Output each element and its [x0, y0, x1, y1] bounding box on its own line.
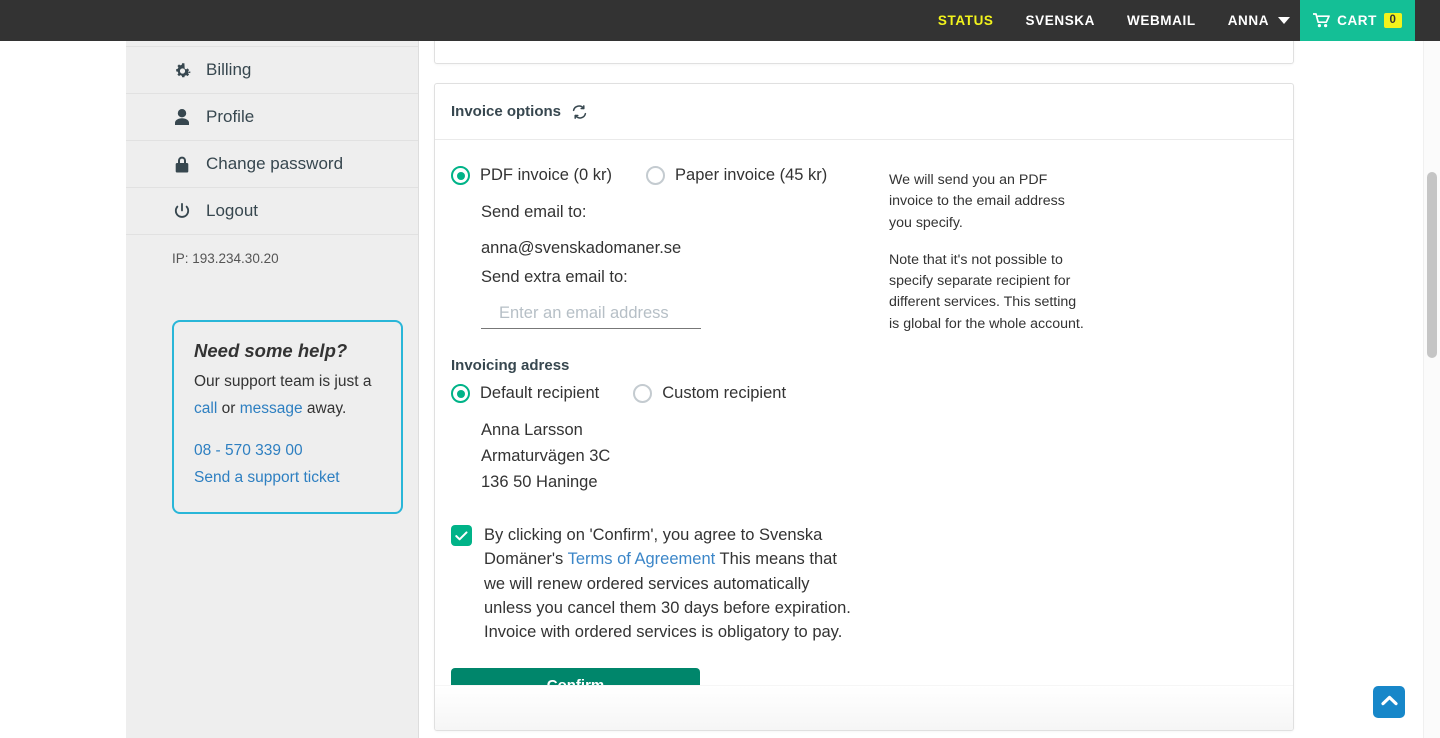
- help-phone-link[interactable]: 08 - 570 339 00: [194, 438, 381, 465]
- help-message-link[interactable]: message: [240, 400, 303, 417]
- vertical-scrollbar-track[interactable]: [1423, 41, 1440, 738]
- send-extra-email-label: Send extra email to:: [481, 268, 628, 286]
- lock-icon: [172, 156, 192, 173]
- radio-pdf-invoice[interactable]: [451, 166, 470, 185]
- address-block: Anna Larsson Armaturvägen 3C 136 50 Hani…: [451, 417, 871, 495]
- address-street: Armaturvägen 3C: [481, 447, 611, 466]
- invoice-options-card: Invoice options PDF invoice (0 kr) Paper…: [434, 83, 1294, 731]
- chevron-down-icon: [1278, 17, 1291, 24]
- cart-count-badge: 0: [1384, 12, 1402, 29]
- radio-pdf-invoice-label[interactable]: PDF invoice (0 kr): [480, 166, 612, 185]
- sidebar-item-profile[interactable]: Profile: [126, 94, 418, 141]
- sidebar: My Support Tickets Billing Profile Chang…: [126, 0, 419, 738]
- radio-paper-invoice-label[interactable]: Paper invoice (45 kr): [675, 166, 827, 185]
- card-footer: [435, 685, 1293, 730]
- scroll-to-top-button[interactable]: [1373, 686, 1405, 718]
- sidebar-item-label: Profile: [206, 107, 255, 126]
- vertical-scrollbar-thumb[interactable]: [1427, 172, 1437, 358]
- nav-link-webmail[interactable]: WEBMAIL: [1111, 0, 1212, 41]
- address-city: 136 50 Haninge: [481, 473, 598, 492]
- nav-link-status[interactable]: STATUS: [922, 0, 1010, 41]
- invoice-options-body: PDF invoice (0 kr) Paper invoice (45 kr)…: [435, 140, 1293, 703]
- nav-user-label: ANNA: [1227, 13, 1270, 28]
- recipient-radio-group: Default recipient Custom recipient: [451, 384, 871, 403]
- send-email-label: Send email to:: [481, 203, 587, 221]
- nav-link-svenska[interactable]: SVENSKA: [1010, 0, 1111, 41]
- radio-custom-recipient-label[interactable]: Custom recipient: [662, 384, 786, 403]
- main-content: Invoice options PDF invoice (0 kr) Paper…: [419, 0, 1421, 738]
- cart-label: CART: [1337, 13, 1377, 28]
- info-column: We will send you an PDF invoice to the e…: [889, 166, 1089, 702]
- power-icon: [172, 203, 192, 219]
- help-box: Need some help? Our support team is just…: [172, 320, 403, 514]
- help-box-title: Need some help?: [194, 340, 348, 361]
- address-name: Anna Larsson: [481, 421, 583, 439]
- cart-button[interactable]: CART 0: [1300, 0, 1415, 41]
- terms-checkbox[interactable]: [451, 525, 472, 547]
- help-support-ticket-link[interactable]: Send a support ticket: [194, 465, 381, 492]
- card-title: Invoice options: [451, 103, 562, 120]
- shopping-cart-icon: [1312, 13, 1330, 28]
- radio-default-recipient-label[interactable]: Default recipient: [480, 384, 599, 403]
- info-paragraph-2: Note that it's not possible to specify s…: [889, 251, 1084, 332]
- radio-default-recipient[interactable]: [451, 384, 470, 403]
- terms-of-agreement-link[interactable]: Terms of Agreement: [568, 550, 716, 568]
- help-away-text: away.: [306, 399, 347, 417]
- sidebar-item-logout[interactable]: Logout: [126, 188, 418, 235]
- radio-paper-invoice[interactable]: [646, 166, 666, 185]
- help-box-text: Our support team is just a call or messa…: [194, 369, 381, 422]
- sidebar-item-label: Change password: [206, 154, 344, 173]
- sidebar-item-label: Billing: [206, 60, 252, 79]
- extra-email-input[interactable]: [481, 304, 701, 329]
- invoicing-address-title: Invoicing adress: [451, 357, 570, 374]
- gear-icon: [172, 62, 192, 79]
- sidebar-item-label: Logout: [206, 201, 258, 220]
- chevron-up-icon: [1380, 693, 1398, 711]
- help-call-link[interactable]: call: [194, 400, 217, 417]
- invoice-type-radio-group: PDF invoice (0 kr) Paper invoice (45 kr): [451, 166, 871, 185]
- refresh-icon[interactable]: [572, 104, 587, 119]
- sidebar-item-change-password[interactable]: Change password: [126, 141, 418, 188]
- radio-custom-recipient[interactable]: [633, 384, 653, 403]
- top-nav-items: STATUS SVENSKA WEBMAIL ANNA CART 0: [922, 0, 1415, 41]
- nav-user-menu[interactable]: ANNA: [1212, 0, 1300, 41]
- two-column-layout: PDF invoice (0 kr) Paper invoice (45 kr)…: [451, 166, 1277, 703]
- extra-email-field-wrapper: [481, 304, 701, 329]
- terms-text: By clicking on 'Confirm', you agree to S…: [484, 523, 851, 644]
- user-icon: [172, 109, 192, 125]
- info-paragraph-1: We will send you an PDF invoice to the e…: [889, 172, 1065, 231]
- sidebar-item-billing[interactable]: Billing: [126, 47, 418, 94]
- options-column: PDF invoice (0 kr) Paper invoice (45 kr)…: [451, 166, 871, 703]
- invoice-options-header: Invoice options: [435, 84, 1293, 140]
- terms-agreement-row: By clicking on 'Confirm', you agree to S…: [451, 523, 851, 644]
- top-navigation-bar: STATUS SVENSKA WEBMAIL ANNA CART 0: [0, 0, 1440, 41]
- help-or-text: or: [221, 399, 236, 417]
- send-email-value: anna@svenskadomaner.se: [481, 239, 682, 257]
- client-ip-address: IP: 193.234.30.20: [172, 251, 279, 266]
- help-box-line1: Our support team is just a: [194, 373, 372, 390]
